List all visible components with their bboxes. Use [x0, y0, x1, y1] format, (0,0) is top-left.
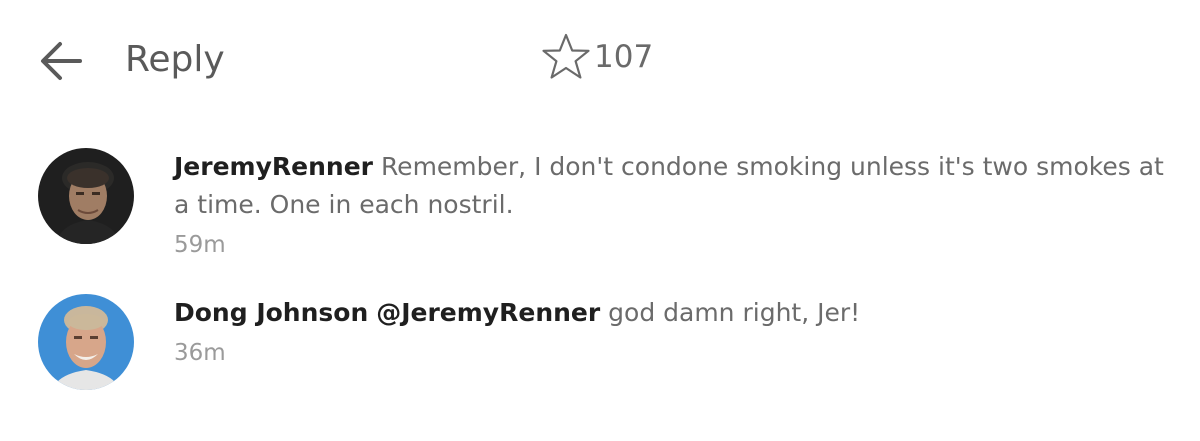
toolbar: Reply 107 [0, 0, 1200, 120]
comment-message: god damn right, Jer! [608, 298, 861, 327]
comment-timestamp: 36m [174, 340, 226, 366]
page-title: Reply [125, 39, 225, 80]
star-outline-icon [542, 33, 590, 79]
comment-text: Dong Johnson @JeremyRenner god damn righ… [174, 294, 1164, 332]
comment-author[interactable]: JeremyRenner [174, 152, 373, 181]
avatar[interactable] [38, 148, 134, 244]
back-button[interactable] [36, 36, 86, 86]
star-count: 107 [594, 39, 654, 75]
arrow-left-icon [41, 42, 82, 80]
avatar[interactable] [38, 294, 134, 390]
comment-body: Dong Johnson @JeremyRenner god damn righ… [174, 294, 1164, 370]
comment-text: JeremyRenner Remember, I don't condone s… [174, 148, 1164, 224]
comment-timestamp: 59m [174, 232, 226, 258]
comment-author[interactable]: Dong Johnson [174, 298, 368, 327]
comment-body: JeremyRenner Remember, I don't condone s… [174, 148, 1164, 262]
mention-link[interactable]: @JeremyRenner [376, 298, 600, 327]
star-button[interactable]: 107 [540, 31, 653, 83]
